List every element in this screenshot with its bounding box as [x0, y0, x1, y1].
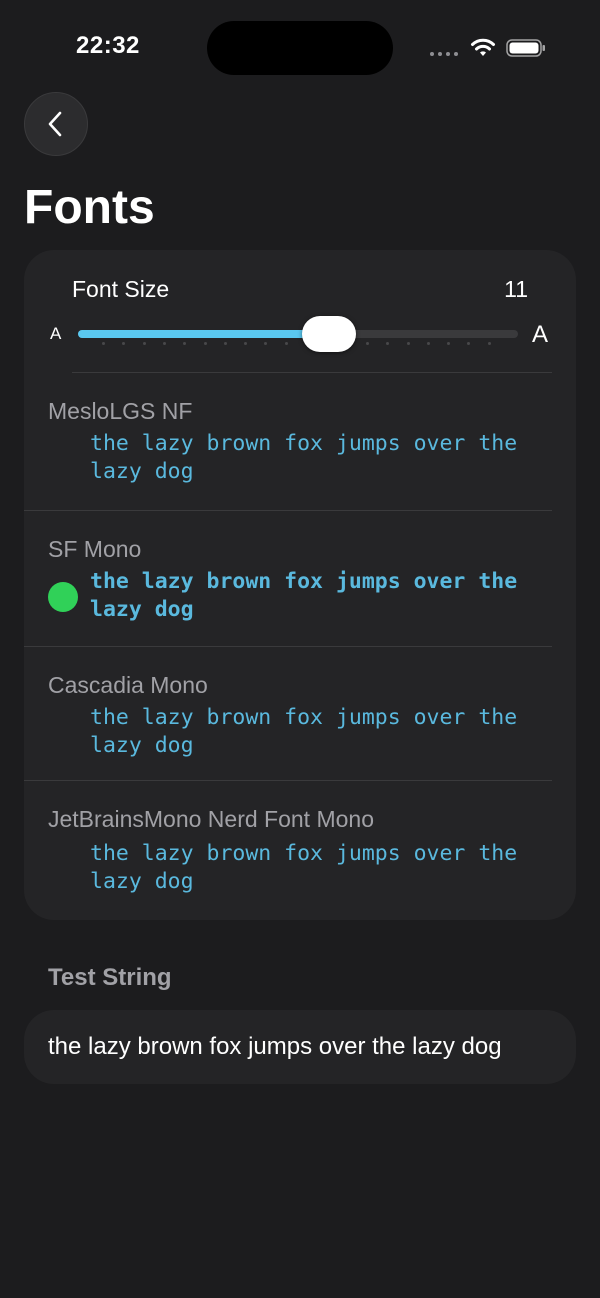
- chevron-left-icon: [48, 111, 62, 137]
- divider: [72, 372, 552, 373]
- font-size-value: 11: [504, 276, 528, 302]
- font-settings-card: Font Size 11 A A MesloLGS NF the lazy br…: [24, 250, 576, 920]
- slider-fill: [78, 330, 329, 338]
- status-bar: 22:32: [0, 0, 600, 90]
- divider: [24, 646, 552, 647]
- slider-tick: [122, 342, 126, 345]
- slider-tick: [447, 342, 451, 345]
- page-title: Fonts: [24, 181, 155, 234]
- slider-tick: [386, 342, 390, 345]
- slider-tick: [487, 342, 491, 345]
- font-option-jetbrains-mono[interactable]: JetBrainsMono Nerd Font Mono the lazy br…: [24, 806, 576, 916]
- font-option-name: SF Mono: [48, 536, 142, 562]
- font-option-name: MesloLGS NF: [48, 398, 193, 424]
- slider-tick: [426, 342, 430, 345]
- status-time: 22:32: [76, 32, 140, 59]
- slider-tick: [102, 342, 105, 345]
- slider-tick: [365, 342, 369, 345]
- battery-icon: [506, 39, 545, 57]
- test-string-input[interactable]: [24, 1010, 576, 1084]
- font-option-name: JetBrainsMono Nerd Font Mono: [48, 806, 374, 832]
- back-button[interactable]: [24, 92, 88, 156]
- selected-indicator-icon: [48, 582, 78, 612]
- wifi-icon: [471, 38, 495, 56]
- font-option-meslo[interactable]: MesloLGS NF the lazy brown fox jumps ove…: [24, 398, 576, 508]
- dynamic-island: [207, 21, 393, 75]
- font-size-label: Font Size: [72, 276, 170, 302]
- slider-tick: [244, 342, 248, 345]
- font-option-sample: the lazy brown fox jumps over the lazy d…: [90, 431, 518, 484]
- font-size-min-label: A: [50, 324, 62, 343]
- font-size-slider[interactable]: [78, 330, 518, 338]
- font-option-sample: the lazy brown fox jumps over the lazy d…: [90, 569, 518, 622]
- slider-tick: [203, 342, 207, 345]
- font-option-sample: the lazy brown fox jumps over the lazy d…: [90, 841, 518, 894]
- divider: [24, 510, 552, 511]
- font-option-name: Cascadia Mono: [48, 672, 208, 698]
- slider-tick: [406, 342, 410, 345]
- font-option-cascadia-mono[interactable]: Cascadia Mono the lazy brown fox jumps o…: [24, 672, 576, 782]
- slider-thumb[interactable]: [301, 316, 356, 352]
- divider: [24, 780, 552, 781]
- test-string-label: Test String: [48, 964, 172, 991]
- slider-tick: [264, 342, 268, 345]
- font-option-sample: the lazy brown fox jumps over the lazy d…: [90, 705, 518, 758]
- slider-tick: [183, 342, 187, 345]
- slider-tick: [223, 342, 227, 345]
- slider-tick: [467, 342, 471, 345]
- font-size-max-label: A: [532, 321, 549, 348]
- cellular-signal-icon: [430, 52, 460, 58]
- slider-tick: [162, 342, 166, 345]
- font-option-sf-mono[interactable]: SF Mono the lazy brown fox jumps over th…: [24, 536, 576, 646]
- slider-tick: [142, 342, 146, 345]
- slider-tick: [284, 342, 288, 345]
